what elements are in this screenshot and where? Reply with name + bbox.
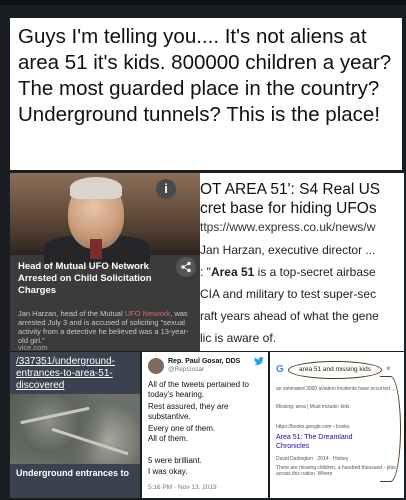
news-source[interactable]: vice.com (18, 343, 48, 351)
tweet-author-name[interactable]: Rep. Paul Gosar, DDS (168, 358, 240, 365)
headline-text: Guys I'm telling you.... It's not aliens… (10, 18, 402, 170)
snippet-line4: raft years ahead of what the gene (200, 309, 379, 323)
search-input[interactable]: area 51 and missing kids (288, 361, 382, 379)
tweet-card[interactable]: Rep. Paul Gosar, DDS @RepGosar All of th… (142, 352, 268, 498)
body-highlight: UFO Network (124, 309, 171, 318)
google-search-card[interactable]: G area 51 and missing kids × an estimate… (270, 352, 404, 498)
article-link[interactable]: /337351/underground-entrances-to-area-51… (16, 356, 138, 392)
news-body: Jan Harzan, head of the Mutual UFO Netwo… (18, 309, 193, 345)
result-url[interactable]: ttps://www.express.co.uk/news/w (200, 220, 375, 234)
avatar[interactable] (148, 358, 164, 374)
hair-shape (70, 177, 122, 199)
info-icon[interactable]: i (156, 179, 176, 199)
snippet-line5: lic is aware of. (200, 331, 277, 345)
snippet-line1: Jan Harzan, executive director ... (200, 243, 376, 257)
result-title[interactable]: Chronicles (276, 443, 309, 451)
underground-entrances-card[interactable]: /337351/underground-entrances-to-area-51… (10, 352, 140, 498)
tweet-paragraph: All of the tweets pertained to today's h… (148, 380, 249, 399)
snippet-line2-suffix: is a top-secret airbase (254, 265, 376, 279)
tweet-handle[interactable]: @RepGosar (168, 366, 204, 373)
runway-shape (51, 427, 129, 456)
news-card-ufo-arrest[interactable]: i Head of Mutual UFO Network Arrested on… (10, 173, 200, 351)
google-logo[interactable]: G (276, 364, 284, 375)
close-icon[interactable]: × (386, 364, 391, 373)
top-strip (0, 0, 406, 5)
tweet-timestamp[interactable]: 5:16 PM · Nov 13, 2019 (148, 484, 217, 491)
body-lead: Jan Harzan, head of the Mutual (18, 309, 125, 318)
tie-shape (90, 239, 102, 259)
result-title-line1[interactable]: OT AREA 51': S4 Real US (200, 181, 404, 199)
runway-shape (20, 406, 90, 425)
circle-annotation (380, 376, 401, 482)
meme-image: Guys I'm telling you.... It's not aliens… (0, 0, 406, 500)
express-search-result[interactable]: OT AREA 51': S4 Real US cret base for hi… (200, 173, 404, 351)
tweet-paragraph: I was okay. (148, 467, 188, 476)
result-title[interactable]: Area 51: The Dreamland (276, 434, 353, 442)
snippet-line2-prefix: : " (200, 265, 211, 279)
tweet-paragraph: Every one of them. (148, 424, 216, 433)
news-headline: Head of Mutual UFO Network Arrested on C… (18, 261, 152, 296)
snippet-line2-bold: Area 51 (210, 265, 255, 279)
tweet-paragraph: All of them. (148, 434, 189, 443)
share-icon[interactable] (176, 257, 196, 277)
snippet-line2: : "Area 51 is a top-secret airbase (200, 265, 376, 279)
aerial-caption: Underground entrances to (16, 468, 130, 478)
result-title-line2[interactable]: cret base for hiding UFOs (200, 200, 404, 218)
tweet-paragraph: 5 were brilliant. (148, 456, 202, 465)
tweet-paragraph: Rest assured, they are substantive. (148, 402, 229, 421)
twitter-bird-icon (254, 357, 264, 368)
snippet-line3: CIA and military to test super-sec (200, 287, 377, 301)
aerial-photo (10, 394, 140, 464)
